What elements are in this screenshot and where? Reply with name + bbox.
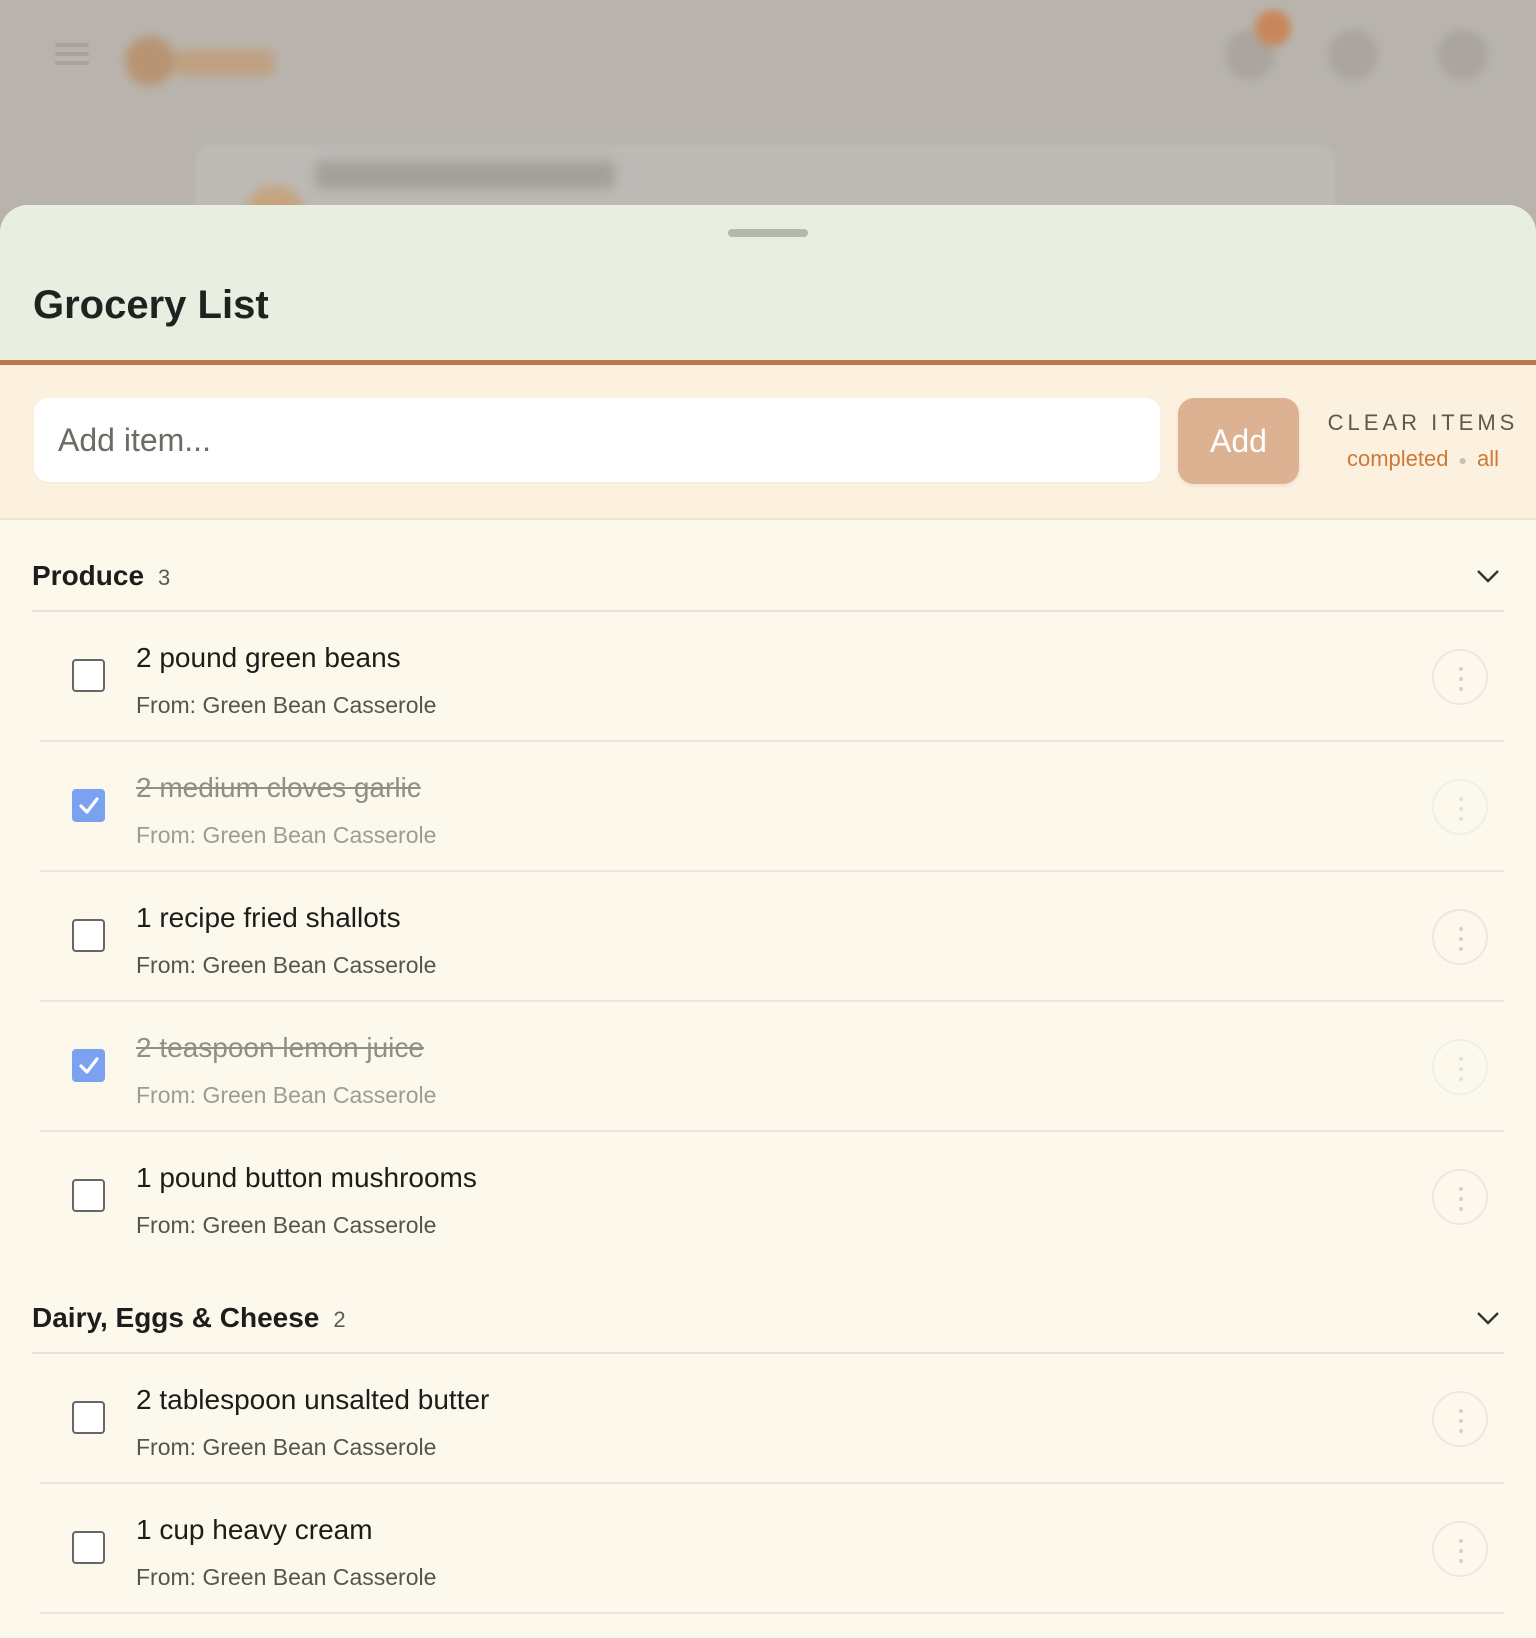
clear-items-title: CLEAR ITEMS xyxy=(1327,410,1519,435)
list-item: 2 tablespoon unsalted butter From: Green… xyxy=(40,1354,1504,1484)
item-name: 2 teaspoon lemon juice xyxy=(136,1032,424,1063)
menu-icon xyxy=(55,38,89,72)
section-title: Dairy, Eggs & Cheese 2 xyxy=(32,1302,346,1333)
section-header-dairy[interactable]: Dairy, Eggs & Cheese 2 xyxy=(32,1262,1504,1354)
add-item-input[interactable] xyxy=(34,398,1160,482)
item-name: 2 medium cloves garlic xyxy=(136,772,421,803)
settings-icon xyxy=(1438,30,1488,80)
item-source: From: Green Bean Casserole xyxy=(136,1082,437,1108)
item-source: From: Green Bean Casserole xyxy=(136,822,437,848)
list-item: 2 teaspoon lemon juice From: Green Bean … xyxy=(40,1002,1504,1132)
item-name: 1 cup heavy cream xyxy=(136,1514,373,1545)
more-options-button[interactable] xyxy=(1432,1391,1488,1447)
clear-completed-link[interactable]: completed xyxy=(1347,446,1449,471)
list-item: 2 medium cloves garlic From: Green Bean … xyxy=(40,742,1504,872)
background-app xyxy=(0,0,1536,230)
more-options-button[interactable] xyxy=(1432,779,1488,835)
item-checkbox[interactable] xyxy=(72,659,105,692)
item-name: 1 recipe fried shallots xyxy=(136,902,401,933)
grocery-list-sheet: Grocery List Add CLEAR ITEMS completed ● a… xyxy=(0,205,1536,1638)
more-options-button[interactable] xyxy=(1432,649,1488,705)
item-name: 2 tablespoon unsalted butter xyxy=(136,1384,490,1415)
more-options-button[interactable] xyxy=(1432,1039,1488,1095)
section-title: Produce 3 xyxy=(32,560,171,591)
list-item: 2 pound green beans From: Green Bean Cas… xyxy=(40,612,1504,742)
sheet-title: Grocery List xyxy=(33,283,269,327)
more-options-button[interactable] xyxy=(1432,1521,1488,1577)
more-options-button[interactable] xyxy=(1432,909,1488,965)
item-checkbox[interactable] xyxy=(72,1049,105,1082)
separator-dot: ● xyxy=(1458,452,1467,469)
item-source: From: Green Bean Casserole xyxy=(136,692,437,718)
chevron-down-icon[interactable] xyxy=(1474,1304,1502,1332)
list-item: 1 pound button mushrooms From: Green Bea… xyxy=(40,1132,1504,1262)
app-logo xyxy=(125,30,285,90)
add-item-bar: Add CLEAR ITEMS completed ● all xyxy=(0,365,1536,520)
checkmark-icon xyxy=(79,797,99,814)
cart-badge xyxy=(1255,10,1291,46)
section-count: 3 xyxy=(158,565,171,590)
drag-handle[interactable] xyxy=(728,229,808,237)
item-name: 2 pound green beans xyxy=(136,642,401,673)
grocery-sections: Produce 3 2 pound green beans From: Green… xyxy=(0,520,1536,1614)
item-checkbox[interactable] xyxy=(72,1531,105,1564)
item-name: 1 pound button mushrooms xyxy=(136,1162,477,1193)
item-checkbox[interactable] xyxy=(72,789,105,822)
item-checkbox[interactable] xyxy=(72,919,105,952)
item-checkbox[interactable] xyxy=(72,1401,105,1434)
list-item: 1 cup heavy cream From: Green Bean Casse… xyxy=(40,1484,1504,1614)
add-button[interactable]: Add xyxy=(1178,398,1299,484)
item-source: From: Green Bean Casserole xyxy=(136,952,437,978)
section-header-produce[interactable]: Produce 3 xyxy=(32,520,1504,612)
chevron-down-icon[interactable] xyxy=(1474,562,1502,590)
more-options-button[interactable] xyxy=(1432,1169,1488,1225)
clear-items: CLEAR ITEMS completed ● all xyxy=(1323,410,1523,472)
sheet-header: Grocery List xyxy=(0,205,1536,365)
item-source: From: Green Bean Casserole xyxy=(136,1564,437,1590)
item-source: From: Green Bean Casserole xyxy=(136,1212,437,1238)
user-icon xyxy=(1328,30,1378,80)
section-count: 2 xyxy=(333,1307,346,1332)
clear-items-links: completed ● all xyxy=(1323,446,1523,472)
item-source: From: Green Bean Casserole xyxy=(136,1434,437,1460)
clear-all-link[interactable]: all xyxy=(1477,446,1499,471)
list-item: 1 recipe fried shallots From: Green Bean… xyxy=(40,872,1504,1002)
item-checkbox[interactable] xyxy=(72,1179,105,1212)
checkmark-icon xyxy=(79,1057,99,1074)
